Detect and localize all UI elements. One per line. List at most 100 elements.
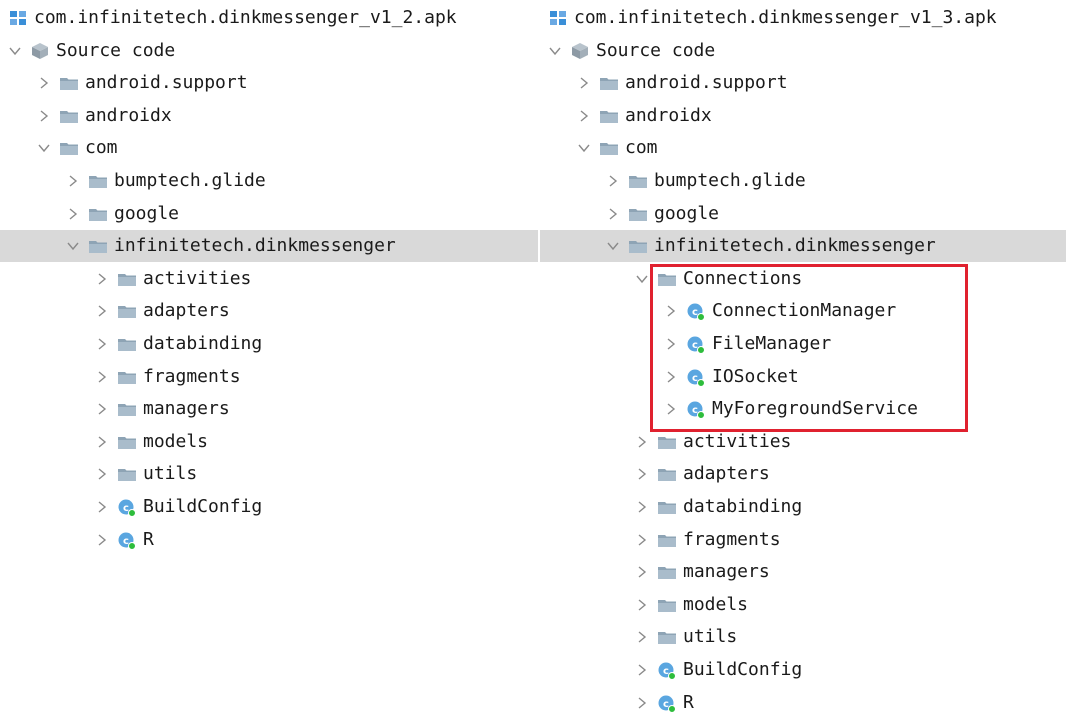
chevron-right-icon[interactable]	[635, 500, 649, 514]
folder-icon	[117, 432, 137, 452]
chevron-right-icon[interactable]	[66, 207, 80, 221]
chevron-right-icon[interactable]	[95, 304, 109, 318]
row-indent	[0, 83, 37, 84]
chevron-right-icon[interactable]	[95, 370, 109, 384]
tree-row-com[interactable]: com	[540, 132, 1066, 164]
chevron-right-icon[interactable]	[606, 174, 620, 188]
chevron-right-icon[interactable]	[635, 467, 649, 481]
chevron-down-icon[interactable]	[548, 44, 562, 58]
chevron-right-icon[interactable]	[635, 565, 649, 579]
row-indent	[0, 441, 95, 442]
chevron-right-icon[interactable]	[95, 467, 109, 481]
tree-row-androidx[interactable]: androidx	[540, 100, 1066, 132]
folder-icon	[657, 562, 677, 582]
chevron-down-icon[interactable]	[66, 239, 80, 253]
tree-row-databinding[interactable]: databinding	[0, 328, 538, 360]
chevron-right-icon[interactable]	[95, 272, 109, 286]
left-tree-pane[interactable]: com.infinitetech.dinkmessenger_v1_2.apk S…	[0, 0, 538, 716]
tree-row-activities[interactable]: activities	[0, 263, 538, 295]
tree-row-fragments[interactable]: fragments	[540, 524, 1066, 556]
tree-row-r[interactable]: cR	[0, 524, 538, 556]
tree-row-utils[interactable]: utils	[0, 458, 538, 490]
tree-row-label: IOSocket	[712, 365, 799, 387]
tree-row-source-code[interactable]: Source code	[540, 35, 1066, 67]
tree-row-label: bumptech.glide	[114, 170, 266, 191]
row-indent	[540, 507, 635, 508]
row-indent	[0, 474, 95, 475]
tree-row-fragments[interactable]: fragments	[0, 361, 538, 393]
chevron-right-icon[interactable]	[664, 370, 678, 384]
chevron-right-icon[interactable]	[37, 109, 51, 123]
chevron-right-icon[interactable]	[664, 402, 678, 416]
chevron-down-icon[interactable]	[577, 141, 591, 155]
tree-row-google[interactable]: google	[540, 198, 1066, 230]
chevron-right-icon[interactable]	[664, 337, 678, 351]
folder-icon	[59, 106, 79, 126]
row-indent	[0, 181, 66, 182]
tree-row-models[interactable]: models	[540, 589, 1066, 621]
tree-row-utils[interactable]: utils	[540, 621, 1066, 653]
chevron-right-icon[interactable]	[95, 500, 109, 514]
tree-row-bumptech-glide[interactable]: bumptech.glide	[540, 165, 1066, 197]
tree-row-buildconfig[interactable]: c BuildConfig	[540, 654, 1066, 686]
row-indent	[540, 18, 548, 19]
chevron-right-icon[interactable]	[95, 533, 109, 547]
chevron-right-icon[interactable]	[635, 598, 649, 612]
tree-row-adapters[interactable]: adapters	[0, 295, 538, 327]
folder-icon	[59, 138, 79, 158]
tree-row-myforegroundservice[interactable]: c MyForegroundService	[540, 393, 1066, 425]
tree-row-filemanager[interactable]: c FileManager	[540, 328, 1066, 360]
tree-row-bumptech-glide[interactable]: bumptech.glide	[0, 165, 538, 197]
tree-row-connectionmanager[interactable]: c ConnectionManager	[540, 295, 1066, 327]
apk-icon	[8, 8, 28, 28]
tree-row-infinitetech-dinkmessenger[interactable]: infinitetech.dinkmessenger	[0, 230, 538, 263]
tree-row-label: fragments	[143, 365, 241, 387]
folder-icon	[657, 464, 677, 484]
chevron-right-icon[interactable]	[606, 207, 620, 221]
chevron-right-icon[interactable]	[635, 630, 649, 644]
chevron-right-icon[interactable]	[635, 435, 649, 449]
row-indent	[0, 246, 66, 247]
tree-row-androidx[interactable]: androidx	[0, 100, 538, 132]
tree-row-android-support[interactable]: android.support	[0, 67, 538, 99]
tree-row-source-code[interactable]: Source code	[0, 35, 538, 67]
chevron-down-icon[interactable]	[8, 44, 22, 58]
chevron-down-icon[interactable]	[37, 141, 51, 155]
tree-row-label: android.support	[85, 72, 248, 94]
tree-row-infinitetech-dinkmessenger[interactable]: infinitetech.dinkmessenger	[540, 230, 1066, 263]
chevron-right-icon[interactable]	[635, 533, 649, 547]
tree-row-managers[interactable]: managers	[0, 393, 538, 425]
chevron-right-icon[interactable]	[577, 109, 591, 123]
right-tree-pane[interactable]: com.infinitetech.dinkmessenger_v1_3.apk S…	[540, 0, 1066, 716]
tree-row-com-infinitetech-dinkmessenger-v1-3-apk[interactable]: com.infinitetech.dinkmessenger_v1_3.apk	[540, 2, 1066, 34]
row-indent	[0, 115, 37, 116]
chevron-down-icon[interactable]	[635, 272, 649, 286]
tree-row-databinding[interactable]: databinding	[540, 491, 1066, 523]
tree-row-buildconfig[interactable]: c BuildConfig	[0, 491, 538, 523]
tree-row-com[interactable]: com	[0, 132, 538, 164]
tree-row-label: utils	[683, 626, 738, 648]
chevron-down-icon[interactable]	[606, 239, 620, 253]
tree-row-adapters[interactable]: adapters	[540, 458, 1066, 490]
chevron-right-icon[interactable]	[37, 76, 51, 90]
chevron-right-icon[interactable]	[95, 435, 109, 449]
tree-row-connections[interactable]: Connections	[540, 263, 1066, 295]
chevron-right-icon[interactable]	[66, 174, 80, 188]
tree-row-models[interactable]: models	[0, 426, 538, 458]
tree-row-google[interactable]: google	[0, 198, 538, 230]
tree-row-activities[interactable]: activities	[540, 426, 1066, 458]
class-icon: c	[686, 301, 706, 322]
chevron-right-icon[interactable]	[635, 663, 649, 677]
tree-row-iosocket[interactable]: c IOSocket	[540, 361, 1066, 393]
tree-row-r[interactable]: cR	[540, 687, 1066, 719]
tree-row-label: FileManager	[712, 333, 832, 354]
chevron-right-icon[interactable]	[95, 337, 109, 351]
tree-row-label: com	[625, 137, 658, 159]
chevron-right-icon[interactable]	[95, 402, 109, 416]
tree-row-com-infinitetech-dinkmessenger-v1-2-apk[interactable]: com.infinitetech.dinkmessenger_v1_2.apk	[0, 2, 538, 34]
chevron-right-icon[interactable]	[635, 696, 649, 710]
tree-row-android-support[interactable]: android.support	[540, 67, 1066, 99]
tree-row-managers[interactable]: managers	[540, 556, 1066, 588]
chevron-right-icon[interactable]	[664, 304, 678, 318]
chevron-right-icon[interactable]	[577, 76, 591, 90]
